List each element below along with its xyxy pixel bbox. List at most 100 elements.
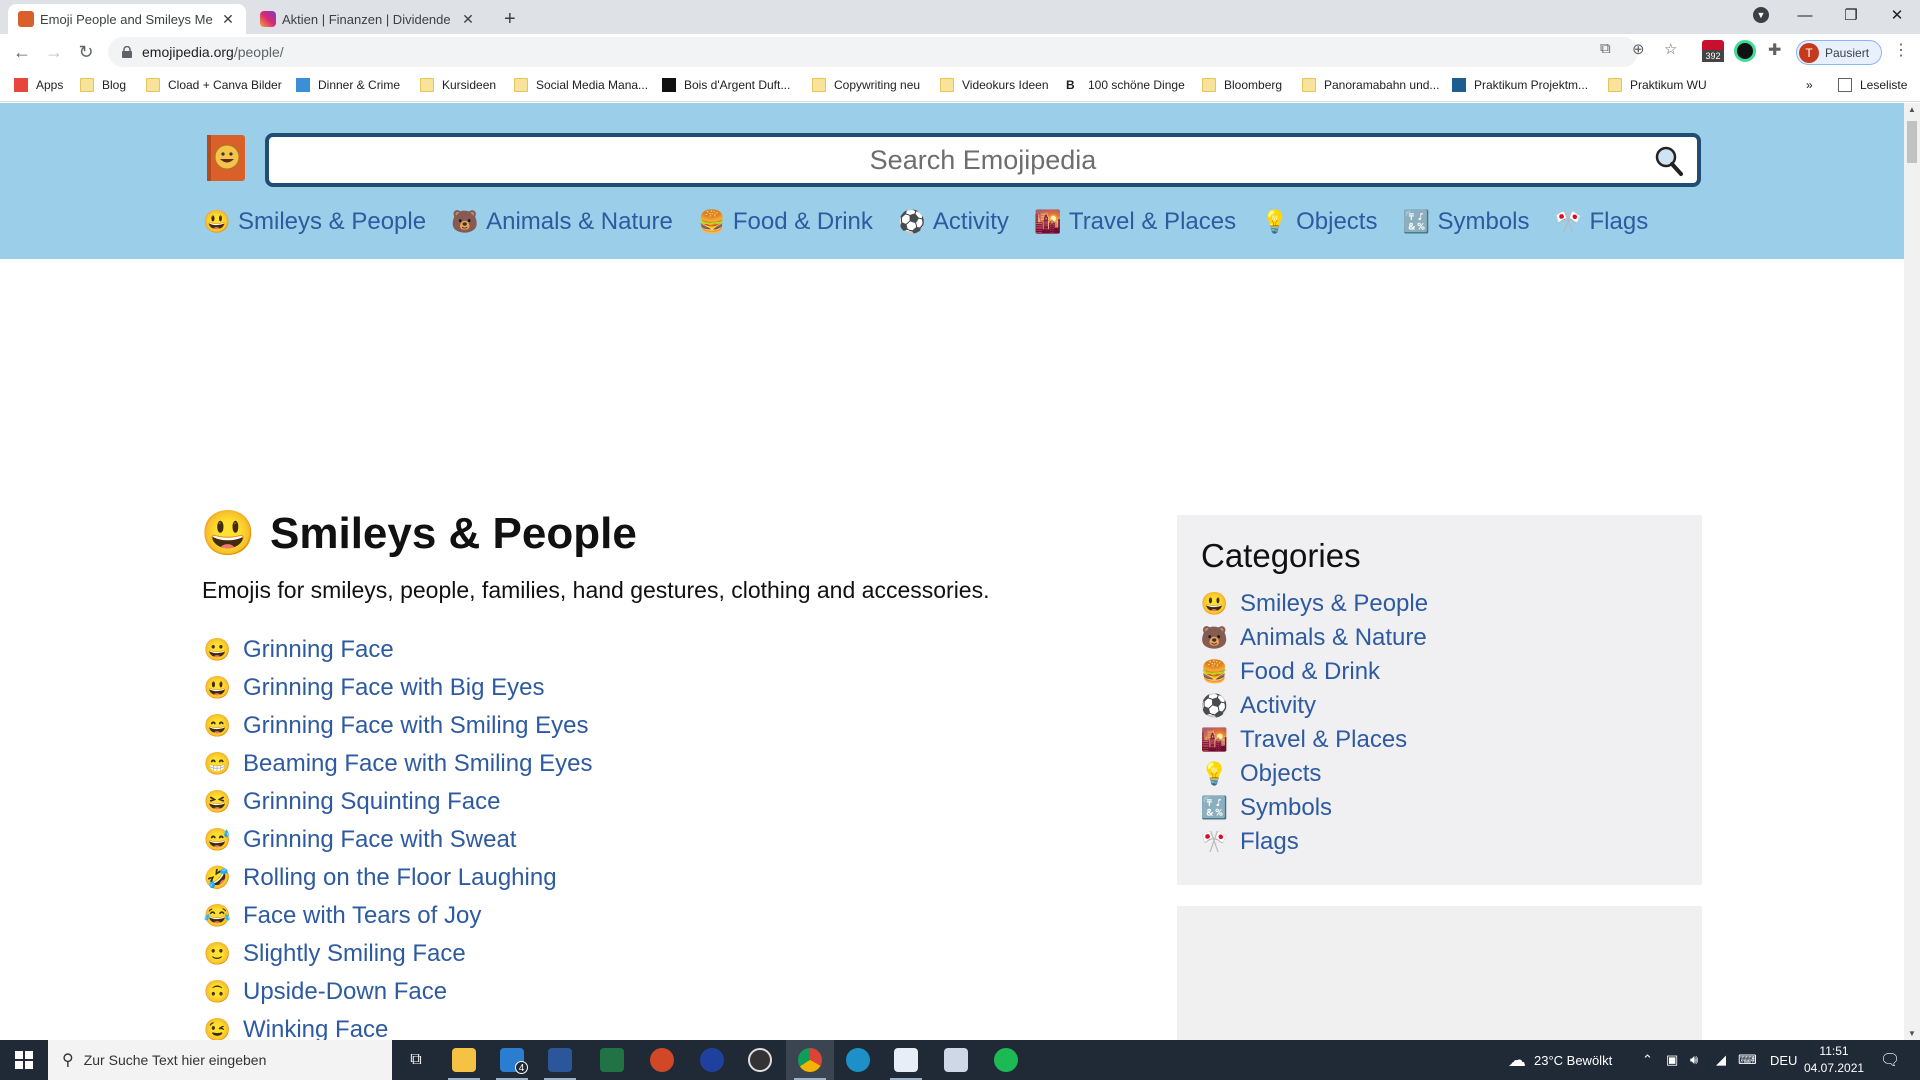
powerpoint-icon[interactable] [638,1040,686,1080]
taskbar-search[interactable]: ⚲ Zur Suche Text hier eingeben [48,1040,392,1080]
volume-icon[interactable]: 🔊︎ [1690,1040,1698,1080]
app-icon[interactable] [688,1040,736,1080]
show-hidden-icons[interactable]: ⌃ [1642,1040,1653,1080]
file-explorer-icon[interactable] [440,1040,488,1080]
bookmark-videokurs-ideen[interactable]: Videokurs Ideen [940,78,1049,92]
nav-objects[interactable]: 💡 Objects [1261,208,1377,236]
task-view-icon[interactable]: ⧉ [392,1040,440,1080]
new-tab-button[interactable]: + [494,4,524,34]
emoji-link-slightly-smiling-face[interactable]: Slightly Smiling Face [243,940,466,968]
language-indicator[interactable]: DEU [1770,1040,1797,1080]
nav-symbols[interactable]: 🔣 Symbols [1403,208,1530,236]
edge-icon[interactable] [834,1040,882,1080]
minimize-icon[interactable]: — [1782,0,1828,30]
bookmark-star-icon[interactable]: ☆ [1664,40,1677,58]
close-tab-icon[interactable]: ✕ [220,11,236,28]
scroll-up-icon[interactable]: ▲ [1908,105,1916,114]
category-link-flags[interactable]: Flags [1240,828,1299,856]
back-icon[interactable]: ← [10,40,34,64]
category-link-symbols[interactable]: Symbols [1240,794,1332,822]
bookmark-praktikum-wu[interactable]: Praktikum WU [1608,78,1707,92]
category-link-food-and-drink[interactable]: Food & Drink [1240,658,1380,686]
bookmark-dinner-and-crime[interactable]: Dinner & Crime [296,78,400,92]
meet-now-icon[interactable]: ▣ [1666,1040,1678,1080]
forward-icon[interactable]: → [42,40,66,64]
bookmark-bois-d-argent-duft[interactable]: Bois d'Argent Duft... [662,78,790,92]
zoom-icon[interactable]: ⊕ [1632,40,1645,58]
notepad-icon[interactable] [932,1040,980,1080]
reload-icon[interactable]: ↻ [74,40,98,64]
keyboard-icon[interactable]: ⌨ [1738,1040,1757,1080]
tab-emojipedia[interactable]: Emoji People and Smileys Me ✕ [8,4,246,34]
tab-search-icon[interactable]: ▼ [1738,0,1784,30]
page-scrollbar[interactable]: ▲ ▼ [1904,103,1920,1040]
chrome-icon[interactable] [786,1040,834,1080]
windows-start-button[interactable] [0,1040,48,1080]
nav-travel-and-places[interactable]: 🌇 Travel & Places [1034,208,1236,236]
grammarly-extension-icon[interactable] [1734,40,1756,62]
category-link-objects[interactable]: Objects [1240,760,1321,788]
search-input[interactable] [333,144,1633,176]
bookmark-blog[interactable]: Blog [80,78,126,92]
bookmark-praktikum-projektm[interactable]: Praktikum Projektm... [1452,78,1588,92]
extensions-puzzle-icon[interactable]: ✚ [1768,40,1781,60]
category-link-animals-and-nature[interactable]: Animals & Nature [1240,624,1427,652]
emoji-link-rolling-on-the-floor-laughing[interactable]: Rolling on the Floor Laughing [243,864,557,892]
bookmark-bloomberg[interactable]: Bloomberg [1202,78,1282,92]
category-link-travel-and-places[interactable]: Travel & Places [1240,726,1407,754]
id-site-icon [296,78,310,92]
emoji-link-grinning-face[interactable]: Grinning Face [243,636,394,664]
chrome-menu-icon[interactable]: ⋮ [1893,40,1909,60]
network-icon[interactable]: ◢ [1716,1040,1726,1080]
emoji-link-grinning-squinting-face[interactable]: Grinning Squinting Face [243,788,500,816]
restore-icon[interactable]: ❐ [1828,0,1874,30]
bookmark-copywriting-neu[interactable]: Copywriting neu [812,78,920,92]
emoji-link-beaming-face-with-smiling-eyes[interactable]: Beaming Face with Smiling Eyes [243,750,592,778]
reading-list-button[interactable]: Leseliste [1838,78,1907,92]
clock[interactable]: 11:51 04.07.2021 [1804,1043,1864,1077]
mail-icon[interactable]: 4 [488,1040,536,1080]
emojipedia-logo[interactable] [204,133,248,183]
obs-icon[interactable] [736,1040,784,1080]
notifications-icon[interactable]: 🗨︎ [1880,1040,1900,1080]
emoji-link-face-with-tears-of-joy[interactable]: Face with Tears of Joy [243,902,481,930]
nav-smileys-and-people[interactable]: 😃 Smileys & People [203,208,426,236]
adblock-extension-icon[interactable]: 392 [1702,40,1724,62]
nav-flags[interactable]: 🎌 Flags [1555,208,1648,236]
profile-button[interactable]: T Pausiert [1796,40,1882,65]
scrollbar-thumb[interactable] [1907,121,1917,163]
nav-food-and-drink[interactable]: 🍔 Food & Drink [698,208,873,236]
bookmark-kursideen[interactable]: Kursideen [420,78,496,92]
emoji-link-winking-face[interactable]: Winking Face [243,1016,388,1040]
search-magnifier-icon[interactable] [1653,145,1685,177]
paint-icon[interactable] [882,1040,930,1080]
address-bar[interactable]: emojipedia.org/people/ [108,37,1638,67]
close-window-icon[interactable]: ✕ [1874,0,1920,30]
emoji-list-item: 🙂 Slightly Smiling Face [204,935,592,973]
excel-icon[interactable] [588,1040,636,1080]
translate-icon[interactable]: ⧉ [1600,40,1611,57]
emoji-link-grinning-face-with-sweat[interactable]: Grinning Face with Sweat [243,826,516,854]
bookmark-cload-canva-bilder[interactable]: Cload + Canva Bilder [146,78,282,92]
emoji-link-grinning-face-with-smiling-eyes[interactable]: Grinning Face with Smiling Eyes [243,712,588,740]
scroll-down-icon[interactable]: ▼ [1908,1029,1916,1038]
emoji-link-grinning-face-with-big-eyes[interactable]: Grinning Face with Big Eyes [243,674,544,702]
emoji-list-item: 😂 Face with Tears of Joy [204,897,592,935]
bookmark-100-sch-ne-dinge[interactable]: B 100 schöne Dinge [1066,78,1185,92]
bookmark-social-media-mana[interactable]: Social Media Mana... [514,78,648,92]
weather-widget[interactable]: ☁ 23°C Bewölkt [1508,1040,1612,1080]
bookmark-apps[interactable]: Apps [14,78,63,92]
category-item: 🍔 Food & Drink [1201,655,1678,689]
bookmarks-overflow-button[interactable]: » [1806,78,1813,92]
spotify-icon[interactable] [982,1040,1030,1080]
category-link-activity[interactable]: Activity [1240,692,1316,720]
emoji-list-item: 😆 Grinning Squinting Face [204,783,592,821]
category-link-smileys-and-people[interactable]: Smileys & People [1240,590,1428,618]
word-icon[interactable] [536,1040,584,1080]
close-tab-icon[interactable]: ✕ [460,11,476,28]
bookmark-panoramabahn-und[interactable]: Panoramabahn und... [1302,78,1439,92]
emoji-link-upside-down-face[interactable]: Upside-Down Face [243,978,447,1006]
nav-activity[interactable]: ⚽ Activity [898,208,1009,236]
nav-animals-and-nature[interactable]: 🐻 Animals & Nature [451,208,672,236]
tab-instagram[interactable]: Aktien | Finanzen | Dividende (@ ✕ [250,4,486,34]
